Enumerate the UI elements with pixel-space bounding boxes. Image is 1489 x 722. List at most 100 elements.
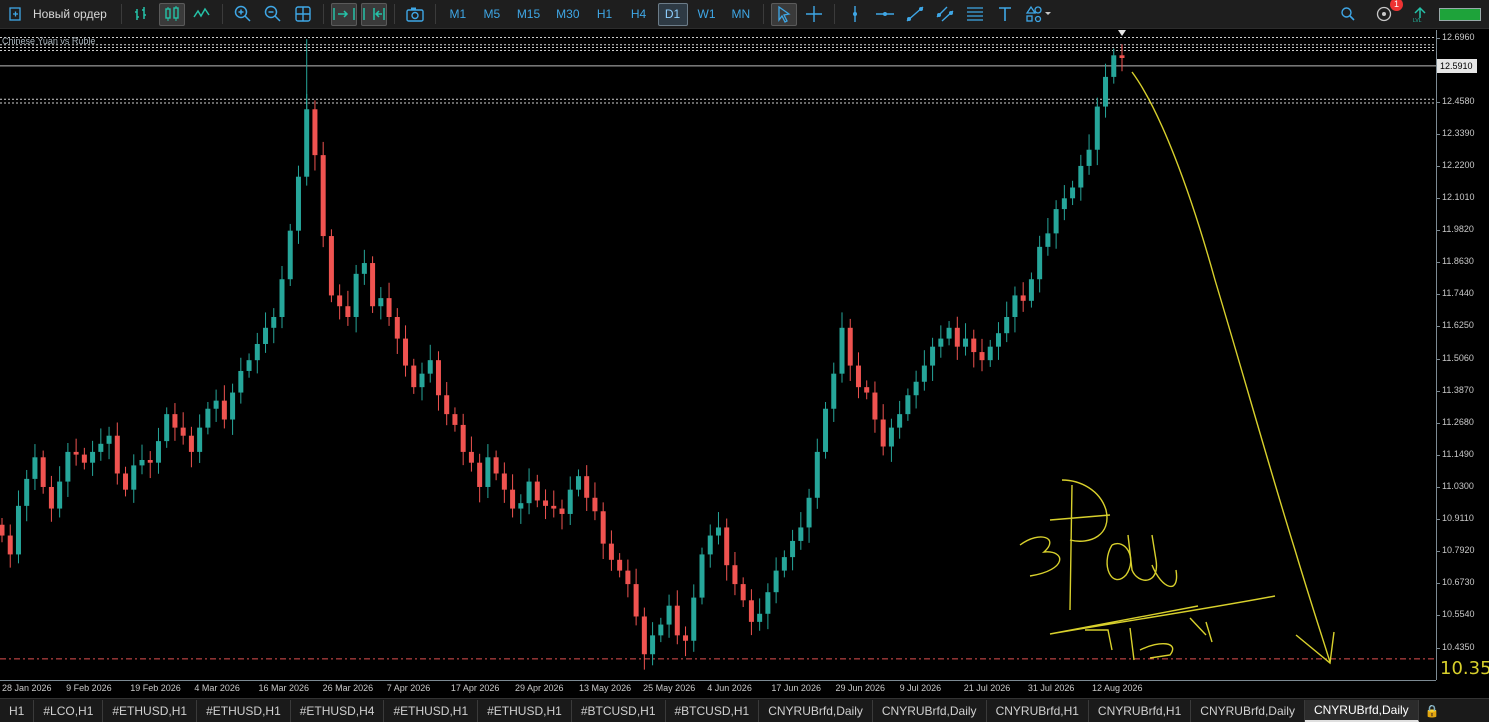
- candle-body: [164, 414, 170, 442]
- chart-tab[interactable]: #ETHUSD,H1: [384, 699, 479, 722]
- candle-body: [263, 327, 269, 344]
- timeframe-h1[interactable]: H1: [590, 3, 620, 26]
- current-price-label: 12.5910: [1437, 59, 1477, 73]
- candle-body: [403, 338, 409, 366]
- price-tick-label: 10.6730: [1436, 577, 1475, 587]
- notification-icon[interactable]: 1: [1371, 0, 1403, 26]
- timeframe-d1[interactable]: D1: [657, 2, 688, 26]
- timeframe-m1[interactable]: M1: [443, 3, 473, 26]
- price-tick-label: 11.1490: [1436, 449, 1474, 459]
- candle-body: [954, 327, 960, 347]
- candle-body: [304, 109, 310, 177]
- candle-body: [534, 481, 540, 501]
- candle-body: [435, 360, 441, 396]
- new-order-button[interactable]: Новый ордер: [2, 3, 114, 26]
- bar-chart-icon[interactable]: [129, 3, 155, 26]
- candle-body: [15, 505, 21, 555]
- timeframe-mn[interactable]: MN: [726, 3, 757, 26]
- chart-tab[interactable]: CNYRUBrfd,Daily: [1304, 699, 1419, 722]
- cursor-icon[interactable]: [771, 2, 798, 26]
- candle-body: [1004, 317, 1010, 334]
- price-tick-label: 10.9110: [1436, 513, 1474, 523]
- candle-body: [468, 451, 474, 463]
- candle-body: [625, 570, 631, 585]
- chart-tab[interactable]: CNYRUBrfd,H1: [1089, 699, 1192, 722]
- chart-tab[interactable]: CNYRUBrfd,Daily: [759, 699, 873, 722]
- candle-body: [24, 478, 30, 506]
- chart-tab[interactable]: #ETHUSD,H1: [478, 699, 572, 722]
- chart-tab[interactable]: CNYRUBrfd,Daily: [1191, 699, 1305, 722]
- candle-body: [1061, 198, 1067, 210]
- candle-body: [831, 373, 837, 409]
- level-icon[interactable]: LVL: [1407, 3, 1433, 26]
- candle-body: [123, 473, 129, 490]
- chart-tab[interactable]: #ETHUSD,H1: [197, 699, 291, 722]
- chart-tab[interactable]: #LCO,H1: [34, 699, 104, 722]
- vertical-line-icon[interactable]: [842, 3, 868, 26]
- handwriting-drawing: [1049, 479, 1111, 611]
- candle-body: [971, 338, 977, 353]
- price-tick-text: 10.4350: [1442, 641, 1475, 652]
- zoom-out-icon[interactable]: [260, 3, 286, 26]
- candle-body: [526, 481, 532, 504]
- candle-body: [683, 635, 689, 641]
- shapes-icon[interactable]: [1022, 3, 1056, 26]
- trendline-icon[interactable]: [902, 3, 928, 26]
- candle-body: [584, 476, 590, 498]
- time-tick-label: 16 Mar 2026: [258, 683, 310, 693]
- candle-body: [823, 408, 829, 452]
- search-icon[interactable]: [1335, 3, 1361, 26]
- price-tick-label: 12.3390: [1436, 127, 1475, 138]
- handwriting-drawing: [1019, 536, 1061, 577]
- price-tick-label: 11.9820: [1436, 224, 1474, 234]
- chart-shift-icon[interactable]: [360, 2, 387, 26]
- price-tick-label: 12.4580: [1436, 96, 1475, 106]
- candle-body: [139, 459, 145, 466]
- price-tick-text: 10.7920: [1442, 545, 1475, 556]
- notification-badge: 1: [1390, 0, 1403, 11]
- price-tick-text: 11.2680: [1442, 416, 1474, 427]
- price-tick-label: 10.5540: [1436, 609, 1475, 620]
- chart-tab[interactable]: H1: [0, 699, 35, 722]
- price-tick-text: 12.3390: [1442, 127, 1475, 138]
- horizontal-line-icon[interactable]: [872, 3, 898, 26]
- timeframe-m30[interactable]: M30: [550, 3, 585, 26]
- chart-area[interactable]: [0, 30, 1436, 680]
- chart-tab[interactable]: CNYRUBrfd,H1: [987, 699, 1089, 722]
- timeframe-w1[interactable]: W1: [692, 3, 722, 26]
- chart-tab[interactable]: CNYRUBrfd,Daily: [873, 699, 987, 722]
- time-axis[interactable]: 28 Jan 2026 9 Feb 2026 19 Feb 2026 4 Mar 20…: [0, 680, 1436, 698]
- candle-body: [427, 360, 433, 374]
- timeframe-m15[interactable]: M15: [511, 3, 546, 26]
- grid-icon[interactable]: [290, 3, 316, 26]
- candle-body: [452, 414, 458, 425]
- line-chart-icon[interactable]: [189, 3, 215, 26]
- time-tick-label: 25 May 2026: [643, 683, 696, 693]
- screenshot-icon[interactable]: [402, 3, 428, 26]
- autoscroll-icon[interactable]: [330, 2, 357, 26]
- main-toolbar: Новый ордер M1M5M15M30H1H4D1W1MN: [0, 0, 1489, 29]
- crosshair-icon[interactable]: [801, 3, 827, 26]
- candle-body: [48, 486, 54, 509]
- lock-icon[interactable]: 🔒: [1419, 704, 1446, 718]
- zoom-in-icon[interactable]: [230, 3, 256, 26]
- fibonacci-icon[interactable]: [962, 3, 988, 26]
- channel-icon[interactable]: [932, 3, 958, 26]
- timeframe-m5[interactable]: M5: [477, 3, 507, 26]
- candle-chart[interactable]: [0, 30, 1436, 680]
- timeframe-h4[interactable]: H4: [624, 3, 654, 26]
- chart-tab[interactable]: #BTCUSD,H1: [572, 699, 666, 722]
- candles-chart-icon[interactable]: [158, 2, 185, 26]
- candle-body: [370, 263, 376, 307]
- text-icon[interactable]: [992, 3, 1018, 26]
- handwriting-drawing: [1106, 542, 1132, 581]
- candle-body: [180, 427, 186, 436]
- candle-body: [1094, 106, 1100, 150]
- chart-tab[interactable]: #BTCUSD,H1: [666, 699, 760, 722]
- price-tick-text: 12.2200: [1442, 159, 1475, 170]
- price-tick-text: 10.5540: [1442, 609, 1475, 620]
- price-scale[interactable]: 12.6960 12.4580 12.3390 12.2200 12.1010 11.98…: [1436, 30, 1489, 680]
- candle-body: [328, 236, 334, 296]
- chart-tab[interactable]: #ETHUSD,H4: [291, 699, 385, 722]
- chart-tab[interactable]: #ETHUSD,H1: [103, 699, 198, 722]
